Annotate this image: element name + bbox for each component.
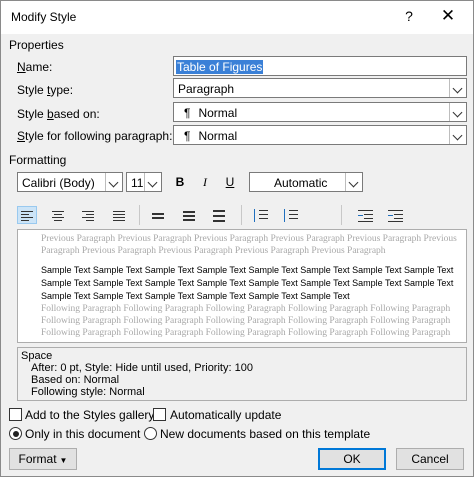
following-style-value: Normal: [198, 129, 238, 143]
toolbar-divider: [341, 205, 342, 225]
chevron-down-icon: [144, 173, 161, 191]
properties-header: Properties: [9, 38, 64, 52]
close-button[interactable]: ✕: [435, 5, 461, 27]
font-select[interactable]: Calibri (Body): [17, 172, 123, 192]
pilcrow-icon: ¶: [184, 106, 191, 120]
add-to-gallery-label[interactable]: Add to the Styles gallery: [25, 408, 154, 422]
name-label: Name:: [17, 60, 53, 74]
style-type-label: Style type:: [17, 83, 74, 97]
underline-button[interactable]: U: [220, 173, 240, 191]
style-based-on-value: Normal: [198, 106, 238, 120]
name-value: Table of Figures: [176, 60, 264, 74]
chevron-down-icon: [345, 173, 362, 191]
only-this-document-radio[interactable]: [9, 427, 22, 440]
chevron-down-icon: [449, 79, 466, 97]
auto-update-checkbox[interactable]: [153, 408, 166, 421]
formatting-header: Formatting: [9, 153, 67, 167]
decrease-indent-button[interactable]: [356, 206, 376, 224]
help-button[interactable]: ?: [399, 6, 419, 26]
description-line: After: 0 pt, Style: Hide until used, Pri…: [31, 362, 253, 374]
caret-down-icon: ▼: [59, 456, 68, 465]
preview-following-line: Following Paragraph Following Paragraph …: [41, 316, 451, 326]
style-based-on-label: Style based on:: [17, 107, 100, 121]
new-documents-label[interactable]: New documents based on this template: [160, 427, 370, 441]
format-button[interactable]: Format ▼: [9, 448, 77, 470]
preview-previous-line: Previous Paragraph Previous Paragraph Pr…: [41, 234, 457, 244]
style-based-on-select[interactable]: ¶ Normal: [173, 102, 467, 122]
description-line: Following style: Normal: [31, 386, 145, 398]
description-line: Space: [21, 350, 53, 362]
pilcrow-icon: ¶: [184, 129, 191, 143]
preview-sample-line: Sample Text Sample Text Sample Text Samp…: [41, 278, 454, 288]
decrease-paragraph-spacing-button[interactable]: [280, 206, 300, 224]
following-style-select[interactable]: ¶ Normal: [173, 125, 467, 145]
increase-paragraph-spacing-button[interactable]: [250, 206, 270, 224]
title-bar: Modify Style ? ✕: [1, 1, 473, 34]
preview-previous-line: Paragraph Previous Paragraph Previous Pa…: [41, 246, 386, 256]
style-type-value: Paragraph: [178, 82, 235, 96]
add-to-gallery-checkbox[interactable]: [9, 408, 22, 421]
dialog-title: Modify Style: [11, 10, 77, 24]
description-line: Based on: Normal: [31, 374, 120, 386]
style-preview: Previous Paragraph Previous Paragraph Pr…: [17, 229, 467, 343]
double-spacing-button[interactable]: [209, 206, 229, 224]
font-value: Calibri (Body): [22, 176, 95, 190]
style-description: Space After: 0 pt, Style: Hide until use…: [17, 347, 467, 401]
following-style-label: Style for following paragraph:: [17, 129, 173, 143]
preview-sample-line: Sample Text Sample Text Sample Text Samp…: [41, 291, 350, 301]
increase-indent-button[interactable]: [386, 206, 406, 224]
font-size-value: 11: [131, 176, 144, 190]
italic-button[interactable]: I: [195, 173, 215, 191]
new-documents-radio[interactable]: [144, 427, 157, 440]
justify-button[interactable]: [109, 206, 129, 224]
one-half-spacing-button[interactable]: [179, 206, 199, 224]
name-input[interactable]: Table of Figures: [173, 56, 467, 76]
font-color-value: Automatic: [274, 176, 328, 190]
preview-following-line: Following Paragraph Following Paragraph …: [41, 304, 451, 314]
ok-button[interactable]: OK: [318, 448, 386, 470]
style-type-select[interactable]: Paragraph: [173, 78, 467, 98]
single-spacing-button[interactable]: [148, 206, 168, 224]
chevron-down-icon: [449, 126, 466, 144]
modify-style-dialog: Modify Style ? ✕ Properties Name: Table …: [0, 0, 474, 477]
chevron-down-icon: [105, 173, 122, 191]
bold-button[interactable]: B: [170, 173, 190, 191]
font-color-select[interactable]: Automatic: [249, 172, 363, 192]
chevron-down-icon: [449, 103, 466, 121]
cancel-button[interactable]: Cancel: [396, 448, 464, 470]
preview-sample-line: Sample Text Sample Text Sample Text Samp…: [41, 265, 454, 275]
font-size-select[interactable]: 11: [126, 172, 162, 192]
align-left-button[interactable]: [17, 206, 37, 224]
preview-following-line: Following Paragraph Following Paragraph …: [41, 328, 451, 338]
format-button-label: Format: [18, 452, 57, 466]
only-this-document-label[interactable]: Only in this document: [25, 427, 140, 441]
auto-update-label[interactable]: Automatically update: [170, 408, 281, 422]
align-right-button[interactable]: [78, 206, 98, 224]
toolbar-divider: [139, 205, 140, 225]
toolbar-divider: [241, 205, 242, 225]
align-center-button[interactable]: [48, 206, 68, 224]
